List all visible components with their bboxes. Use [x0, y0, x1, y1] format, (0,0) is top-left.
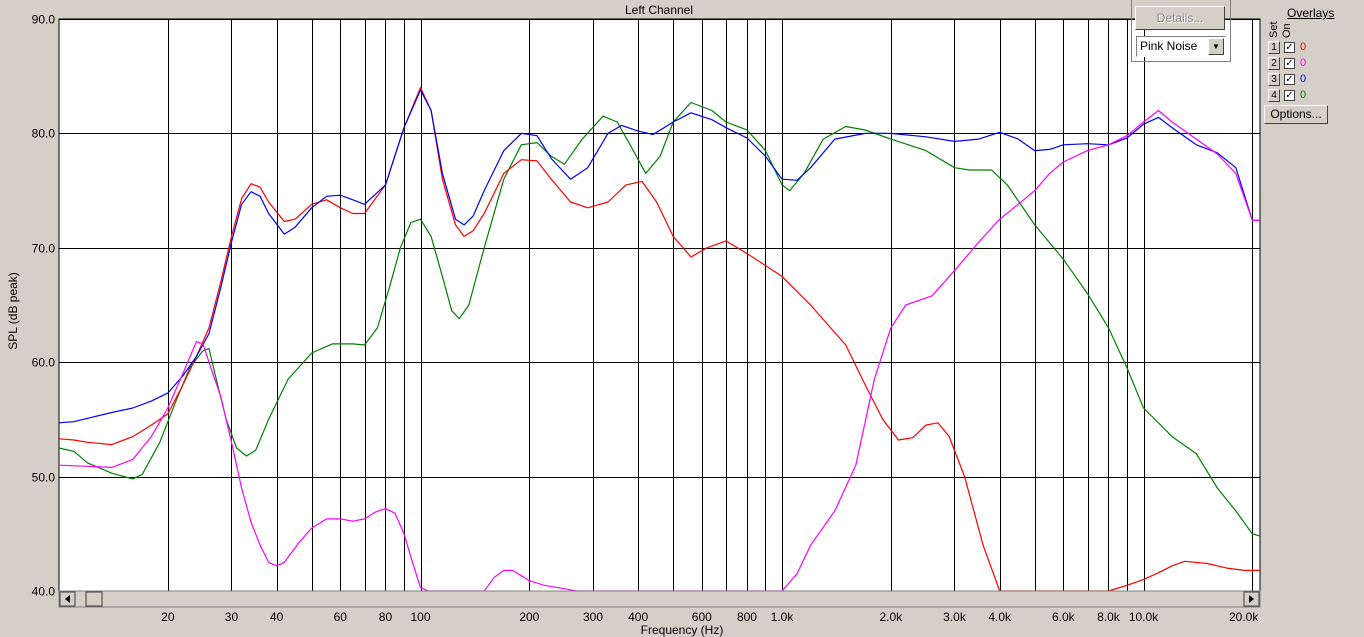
y-tick-label: 40.0 — [32, 585, 56, 599]
overlay-value: 0 — [1300, 73, 1307, 85]
y-tick-label: 60.0 — [32, 356, 56, 370]
spl-frequency-chart: 40.0 50.0 60.0 70.0 80.0 90.0 20 30 40 60 80 100 200… — [6, 3, 1261, 637]
x-tick-label: 800 — [737, 610, 757, 624]
x-tick-label: 300 — [583, 610, 603, 624]
horizontal-scrollbar[interactable] — [58, 590, 1261, 608]
overlay-on-checkbox[interactable]: ✓ — [1284, 74, 1295, 85]
overlay-row: 2 ✓ 0 — [1268, 57, 1328, 71]
x-tick-label: 3.0k — [943, 610, 967, 624]
x-tick-label: 10.0k — [1129, 610, 1159, 624]
y-tick-label: 80.0 — [32, 127, 56, 141]
details-button[interactable]: Details... — [1135, 6, 1225, 30]
overlay-row: 3 ✓ 0 — [1268, 73, 1328, 87]
x-tick-label: 80 — [379, 610, 393, 624]
y-tick-label: 50.0 — [32, 471, 56, 485]
x-tick-label: 6.0k — [1052, 610, 1076, 624]
overlays-set-header: Set — [1268, 21, 1280, 38]
x-tick-label: 8.0k — [1097, 610, 1121, 624]
overlay-value: 0 — [1300, 57, 1307, 69]
overlays-title: Overlays — [1287, 6, 1335, 20]
x-tick-label: 200 — [519, 610, 539, 624]
signal-select-value: Pink Noise — [1140, 39, 1198, 53]
x-tick-label: 1.0k — [771, 610, 795, 624]
x-tick-label: 100 — [410, 610, 430, 624]
y-axis-label: SPL (dB peak) — [6, 272, 20, 350]
x-axis-label: Frequency (Hz) — [641, 623, 724, 637]
y-tick-label: 90.0 — [32, 13, 56, 27]
x-tick-label: 600 — [692, 610, 712, 624]
chart-title: Left Channel — [625, 3, 693, 17]
overlay-on-checkbox[interactable]: ✓ — [1284, 90, 1295, 101]
overlay-set-button[interactable]: 1 — [1268, 41, 1280, 54]
chevron-down-icon[interactable]: ▼ — [1208, 38, 1224, 55]
x-tick-label: 20 — [161, 610, 175, 624]
x-tick-label: 20.0k — [1229, 610, 1259, 624]
overlay-row: 4 ✓ 0 — [1268, 89, 1328, 103]
x-tick-label: 400 — [628, 610, 648, 624]
overlay-value: 0 — [1300, 89, 1307, 101]
x-tick-label: 2.0k — [879, 610, 903, 624]
overlay-set-button[interactable]: 3 — [1268, 73, 1280, 86]
y-tick-label: 70.0 — [32, 242, 56, 256]
options-button[interactable]: Options... — [1264, 105, 1328, 124]
plot-area — [58, 18, 1261, 592]
x-tick-label: 40 — [270, 610, 284, 624]
x-tick-label: 30 — [225, 610, 239, 624]
overlay-set-button[interactable]: 4 — [1268, 89, 1280, 102]
overlay-set-button[interactable]: 2 — [1268, 57, 1280, 70]
overlay-on-checkbox[interactable]: ✓ — [1284, 58, 1295, 69]
scroll-thumb[interactable] — [85, 591, 103, 607]
overlays-on-header: On — [1281, 23, 1293, 38]
signal-select[interactable]: Pink Noise ▼ — [1136, 36, 1226, 57]
overlay-row: 1 ✓ 0 — [1268, 41, 1328, 55]
x-tick-label: 4.0k — [988, 610, 1012, 624]
overlay-value: 0 — [1300, 41, 1307, 53]
overlay-on-checkbox[interactable]: ✓ — [1284, 42, 1295, 53]
x-tick-label: 60 — [334, 610, 348, 624]
